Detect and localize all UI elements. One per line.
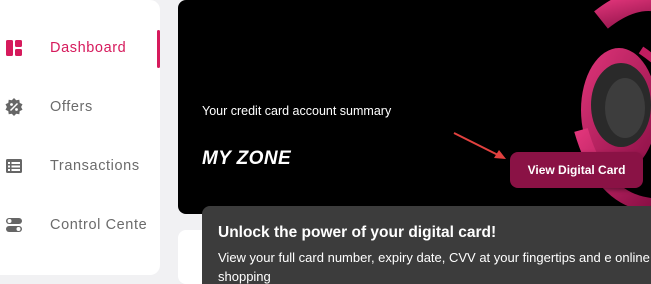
sidebar-item-offers[interactable]: Offers (0, 87, 160, 127)
sidebar-item-dashboard[interactable]: Dashboard (0, 28, 160, 68)
offers-badge-icon (4, 97, 24, 117)
transactions-list-icon (4, 156, 24, 176)
tooltip-title: Unlock the power of your digital card! (218, 224, 497, 241)
sidebar: Dashboard Offers Transactions Control Ce… (0, 0, 160, 275)
pointer-arrow-icon (453, 132, 506, 159)
view-digital-card-button[interactable]: View Digital Card (510, 152, 643, 188)
sidebar-item-label: Transactions (50, 158, 140, 174)
sidebar-item-label: Dashboard (50, 40, 127, 56)
active-indicator (157, 30, 160, 68)
banner-title: MY ZONE (202, 148, 292, 169)
sidebar-item-control-center[interactable]: Control Cente (0, 205, 160, 245)
digital-card-tooltip: Unlock the power of your digital card! V… (202, 206, 651, 284)
sidebar-item-label: Control Cente (50, 217, 148, 233)
toggle-icon (4, 215, 24, 235)
sidebar-item-label: Offers (50, 99, 93, 115)
sidebar-item-transactions[interactable]: Transactions (0, 146, 160, 186)
dashboard-icon (4, 38, 24, 58)
banner-subtitle: Your credit card account summary (202, 104, 392, 118)
my-zone-banner: Your credit card account summary MY ZONE… (178, 0, 651, 214)
tooltip-body: View your full card number, expiry date,… (218, 250, 650, 284)
